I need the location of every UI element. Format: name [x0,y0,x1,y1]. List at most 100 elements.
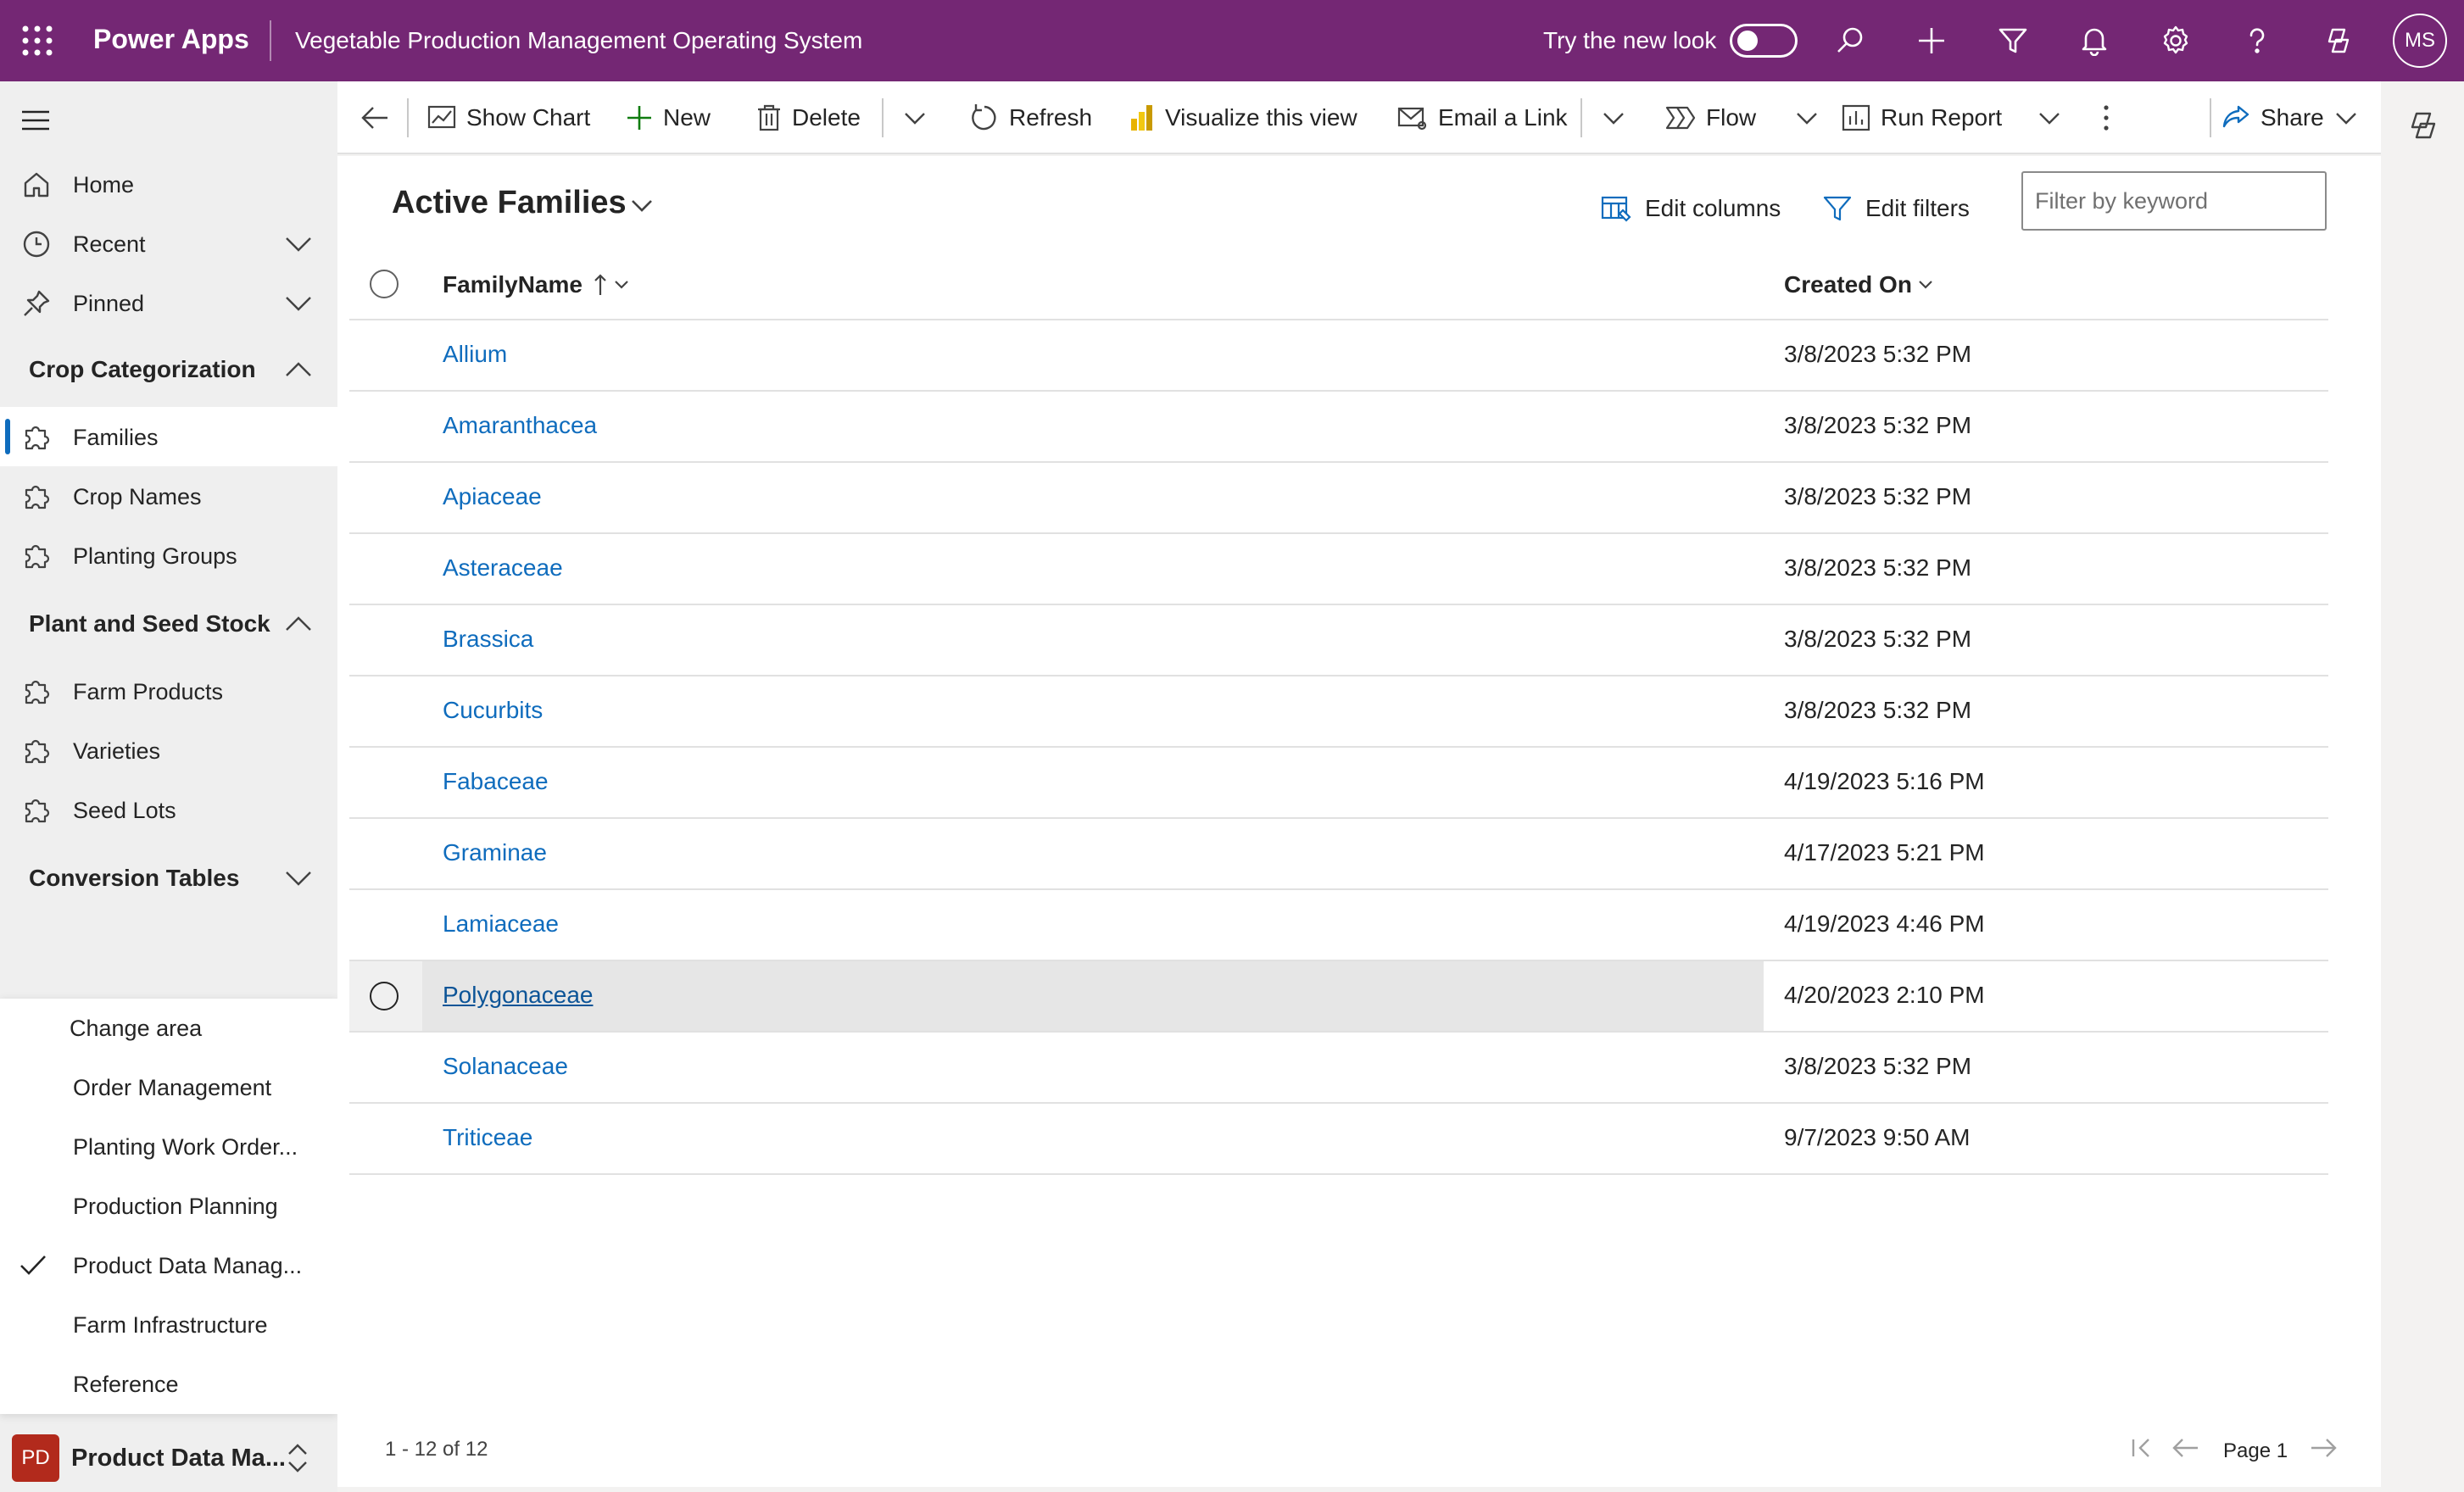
edit-columns-button[interactable]: Edit columns [1601,185,1781,232]
app-launcher-icon[interactable] [19,22,56,59]
run-report-button[interactable]: Run Report [1842,81,2002,154]
first-page-icon[interactable] [2125,1431,2159,1465]
row-select-radio[interactable] [370,982,399,1010]
table-row[interactable]: Cucurbits 3/8/2023 5:32 PM [349,676,2328,748]
column-header-familyname[interactable]: FamilyName [443,271,630,298]
family-name-link[interactable]: Polygonaceae [443,982,593,1009]
row-select-cell[interactable] [349,819,422,888]
nav-item-farm-products[interactable]: Farm Products [0,661,337,721]
family-name-link[interactable]: Amaranthacea [443,412,597,439]
row-select-cell[interactable] [349,534,422,604]
nav-item-families[interactable]: Families [0,407,337,466]
table-row[interactable]: Apiaceae 3/8/2023 5:32 PM [349,463,2328,534]
app-title[interactable]: Vegetable Production Management Operatin… [295,27,862,54]
nav-item-crop-names[interactable]: Crop Names [0,466,337,526]
chevron-up-icon[interactable] [283,614,314,634]
search-icon[interactable] [1830,20,1870,61]
copilot-icon[interactable] [2318,20,2359,61]
chevron-up-icon[interactable] [283,359,314,380]
row-select-cell[interactable] [349,1033,422,1102]
table-row[interactable]: Allium 3/8/2023 5:32 PM [349,320,2328,392]
nav-item-planting-groups[interactable]: Planting Groups [0,526,337,585]
plus-icon[interactable] [1911,20,1952,61]
view-selector-chevron-icon[interactable] [629,197,655,215]
family-name-link[interactable]: Asteraceae [443,554,563,582]
filter-icon[interactable] [1993,20,2033,61]
family-name-link[interactable]: Lamiaceae [443,910,559,938]
table-row[interactable]: Graminae 4/17/2023 5:21 PM [349,819,2328,890]
share-button[interactable]: Share [2222,81,2324,154]
row-select-cell[interactable] [349,748,422,817]
area-item-reference[interactable]: Reference [0,1355,337,1414]
chevron-down-icon[interactable] [283,293,314,314]
row-select-cell[interactable] [349,605,422,675]
nav-item-seed-lots[interactable]: Seed Lots [0,780,337,839]
refresh-button[interactable]: Refresh [970,81,1092,154]
view-title[interactable]: Active Families [392,185,627,221]
family-name-link[interactable]: Triticeae [443,1124,532,1151]
back-button[interactable] [360,81,400,154]
nav-item-recent[interactable]: Recent [0,214,337,273]
family-name-link[interactable]: Cucurbits [443,697,543,724]
family-name-link[interactable]: Apiaceae [443,483,542,510]
copilot-icon[interactable] [2405,107,2442,144]
chevron-down-icon[interactable] [2332,105,2361,131]
row-select-cell[interactable] [349,1104,422,1173]
flow-button[interactable]: Flow [1665,81,1756,154]
help-icon[interactable] [2237,20,2277,61]
row-select-cell[interactable] [349,890,422,960]
area-switcher[interactable]: PD Product Data Ma... [0,1424,337,1492]
area-item-order-management[interactable]: Order Management [0,1058,337,1117]
delete-button[interactable]: Delete [756,81,861,154]
family-name-link[interactable]: Brassica [443,626,533,653]
nav-item-varieties[interactable]: Varieties [0,721,337,780]
chevron-down-icon[interactable] [1599,105,1628,131]
table-row[interactable]: Lamiaceae 4/19/2023 4:46 PM [349,890,2328,961]
family-name-link[interactable]: Fabaceae [443,768,549,795]
show-chart-button[interactable]: Show Chart [427,81,590,154]
row-select-cell[interactable] [349,961,422,1031]
edit-filters-button[interactable]: Edit filters [1823,185,1970,232]
family-name-link[interactable]: Allium [443,341,507,368]
new-button[interactable]: New [626,81,711,154]
chevron-down-icon[interactable] [900,105,929,131]
area-item-product-data-management[interactable]: Product Data Manag... [0,1236,337,1295]
nav-group-crop-categorization[interactable]: Crop Categorization [0,339,337,398]
notification-bell-icon[interactable] [2074,20,2115,61]
nav-group-plant-seed-stock[interactable]: Plant and Seed Stock [0,593,337,653]
row-select-cell[interactable] [349,463,422,532]
table-row[interactable]: Solanaceae 3/8/2023 5:32 PM [349,1033,2328,1104]
nav-group-conversion-tables[interactable]: Conversion Tables [0,848,337,907]
table-row[interactable]: Polygonaceae 4/20/2023 2:10 PM [349,961,2328,1033]
email-link-button[interactable]: Email a Link [1397,81,1568,154]
column-header-created-on[interactable]: Created On [1784,271,1934,298]
row-select-cell[interactable] [349,392,422,461]
table-row[interactable]: Brassica 3/8/2023 5:32 PM [349,605,2328,676]
family-name-link[interactable]: Solanaceae [443,1053,568,1080]
settings-gear-icon[interactable] [2155,20,2196,61]
nav-item-home[interactable]: Home [0,154,337,214]
select-all-radio[interactable] [370,270,399,298]
row-select-cell[interactable] [349,676,422,746]
chevron-down-icon[interactable] [1792,105,1821,131]
chevron-down-icon[interactable] [2035,105,2064,131]
filter-by-keyword-input[interactable] [2021,171,2327,231]
more-commands-button[interactable] [2101,81,2121,154]
hamburger-menu-icon[interactable] [19,103,53,137]
table-row[interactable]: Asteraceae 3/8/2023 5:32 PM [349,534,2328,605]
nav-item-pinned[interactable]: Pinned [0,273,337,332]
previous-page-icon[interactable] [2169,1431,2203,1465]
area-item-farm-infrastructure[interactable]: Farm Infrastructure [0,1295,337,1355]
try-new-look-toggle[interactable] [1730,24,1798,58]
visualize-view-button[interactable]: Visualize this view [1129,81,1357,154]
row-select-cell[interactable] [349,320,422,390]
chevron-down-icon[interactable] [283,868,314,888]
user-avatar[interactable]: MS [2393,14,2447,68]
chevron-down-icon[interactable] [283,234,314,254]
area-item-planting-work-orders[interactable]: Planting Work Order... [0,1117,337,1177]
table-row[interactable]: Fabaceae 4/19/2023 5:16 PM [349,748,2328,819]
table-row[interactable]: Triticeae 9/7/2023 9:50 AM [349,1104,2328,1175]
area-item-production-planning[interactable]: Production Planning [0,1177,337,1236]
next-page-icon[interactable] [2306,1431,2340,1465]
family-name-link[interactable]: Graminae [443,839,547,866]
